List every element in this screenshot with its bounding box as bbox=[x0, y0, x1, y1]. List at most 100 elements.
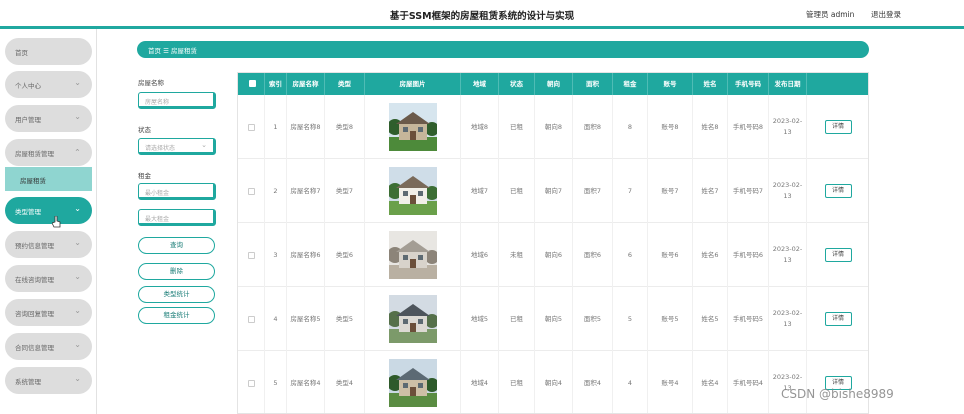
row-checkbox[interactable] bbox=[247, 123, 255, 131]
column-header-actions bbox=[807, 73, 868, 95]
sidebar-item-label: 咨询回复管理 bbox=[15, 310, 54, 318]
chevron-down-icon: ⌄ bbox=[201, 141, 207, 149]
detail-button[interactable]: 详情 bbox=[824, 248, 852, 262]
detail-button[interactable]: 详情 bbox=[824, 184, 852, 198]
house-image-cell bbox=[365, 223, 461, 287]
table-row: 5 房屋名称4 类型4 地域4 已租 朝向4 面积4 4 账号4 姓名4 手机号码4 2023-02-… bbox=[238, 351, 868, 413]
sidebar-item-label: 预约信息管理 bbox=[15, 242, 54, 250]
house-name-input[interactable]: 房屋名称 bbox=[138, 92, 216, 109]
sidebar-item-label: 系统管理 bbox=[15, 378, 41, 386]
cell-index: 4 bbox=[265, 287, 287, 351]
chevron-down-icon: ⌄ bbox=[74, 204, 81, 213]
chevron-down-icon: ⌄ bbox=[74, 272, 81, 281]
search-button[interactable]: 查询 bbox=[138, 237, 215, 254]
cell-area: 面积6 bbox=[573, 223, 613, 287]
sidebar-item-replies[interactable]: 咨询回复管理 ⌄ bbox=[5, 299, 92, 326]
cell-name: 房屋名称5 bbox=[287, 287, 325, 351]
table-header: 索引 房屋名称 类型 房屋图片 地域 状态 朝向 面积 租金 账号 姓名 手机号… bbox=[238, 73, 868, 95]
cell-area: 面积4 bbox=[573, 351, 613, 413]
row-checkbox[interactable] bbox=[247, 315, 255, 323]
cell-name: 房屋名称8 bbox=[287, 95, 325, 159]
cell-rent: 8 bbox=[613, 95, 648, 159]
chevron-down-icon: ⌄ bbox=[74, 238, 81, 247]
sidebar-item-appointments[interactable]: 预约信息管理 ⌄ bbox=[5, 231, 92, 258]
cell-region: 地域7 bbox=[461, 159, 499, 223]
cell-area: 面积7 bbox=[573, 159, 613, 223]
sidebar-item-types[interactable]: 类型管理 ⌄ bbox=[5, 197, 92, 224]
column-header: 账号 bbox=[648, 73, 693, 95]
cell-account: 账号8 bbox=[648, 95, 693, 159]
sidebar-item-home[interactable]: 首页 bbox=[5, 38, 92, 65]
row-checkbox[interactable] bbox=[247, 379, 255, 387]
sidebar-item-system[interactable]: 系统管理 ⌄ bbox=[5, 367, 92, 394]
admin-label: 管理员 admin bbox=[806, 10, 855, 19]
house-photo bbox=[388, 231, 437, 279]
cell-person: 姓名5 bbox=[693, 287, 728, 351]
action-cell: 详情 bbox=[807, 95, 868, 159]
chevron-down-icon: ⌄ bbox=[74, 340, 81, 349]
mouse-pointer-icon bbox=[51, 215, 61, 231]
cell-name: 房屋名称6 bbox=[287, 223, 325, 287]
status-select[interactable]: 请选择状态 ⌄ bbox=[138, 138, 216, 155]
detail-button[interactable]: 详情 bbox=[824, 120, 852, 134]
header-select-all[interactable] bbox=[238, 73, 265, 95]
column-header: 地域 bbox=[461, 73, 499, 95]
house-image-cell bbox=[365, 159, 461, 223]
cell-status: 已租 bbox=[499, 351, 535, 413]
cell-status: 已租 bbox=[499, 287, 535, 351]
min-rent-input[interactable]: 最小租金 bbox=[138, 183, 216, 200]
cell-region: 地域6 bbox=[461, 223, 499, 287]
cell-orient: 朝向4 bbox=[535, 351, 573, 413]
breadcrumb: 首页 ☰ 房屋租赁 bbox=[137, 41, 869, 58]
cell-orient: 朝向6 bbox=[535, 223, 573, 287]
rent-stats-button[interactable]: 租金统计 bbox=[138, 307, 215, 324]
row-select-cell bbox=[238, 223, 265, 287]
input-placeholder: 最大租金 bbox=[145, 216, 170, 223]
cell-region: 地域4 bbox=[461, 351, 499, 413]
column-header: 朝向 bbox=[535, 73, 573, 95]
sidebar-item-rental[interactable]: 房屋租赁管理 ⌄ bbox=[5, 139, 92, 166]
breadcrumb-text[interactable]: 首页 ☰ 房屋租赁 bbox=[148, 45, 197, 55]
cell-index: 5 bbox=[265, 351, 287, 413]
row-select-cell bbox=[238, 159, 265, 223]
cell-phone: 手机号码7 bbox=[728, 159, 769, 223]
chevron-down-icon: ⌄ bbox=[74, 112, 81, 121]
cell-orient: 朝向8 bbox=[535, 95, 573, 159]
cell-name: 房屋名称7 bbox=[287, 159, 325, 223]
type-stats-button[interactable]: 类型统计 bbox=[138, 286, 215, 303]
logout-link[interactable]: 退出登录 bbox=[871, 9, 901, 20]
cell-person: 姓名7 bbox=[693, 159, 728, 223]
max-rent-input[interactable]: 最大租金 bbox=[138, 209, 216, 226]
column-header: 面积 bbox=[573, 73, 613, 95]
cell-orient: 朝向5 bbox=[535, 287, 573, 351]
column-header: 租金 bbox=[613, 73, 648, 95]
row-checkbox[interactable] bbox=[247, 251, 255, 259]
select-all-checkbox[interactable] bbox=[249, 80, 256, 87]
action-cell: 详情 bbox=[807, 223, 868, 287]
watermark: CSDN @bishe8989 bbox=[781, 387, 894, 401]
cell-type: 类型8 bbox=[325, 95, 365, 159]
row-select-cell bbox=[238, 287, 265, 351]
chevron-down-icon: ⌄ bbox=[74, 374, 81, 383]
row-checkbox[interactable] bbox=[247, 187, 255, 195]
sidebar-item-profile[interactable]: 个人中心 ⌄ bbox=[5, 71, 92, 98]
sidebar-item-label: 首页 bbox=[15, 49, 28, 57]
cell-area: 面积8 bbox=[573, 95, 613, 159]
cell-rent: 6 bbox=[613, 223, 648, 287]
action-cell: 详情 bbox=[807, 287, 868, 351]
table-row: 2 房屋名称7 类型7 地域7 已租 朝向7 面积7 7 账号7 姓名7 手机号码7 2023-02-… bbox=[238, 159, 868, 223]
detail-button[interactable]: 详情 bbox=[824, 312, 852, 326]
delete-button[interactable]: 删除 bbox=[138, 263, 215, 280]
filter-label-rent: 租金 bbox=[138, 172, 151, 180]
sidebar-item-users[interactable]: 用户管理 ⌄ bbox=[5, 105, 92, 132]
cell-type: 类型4 bbox=[325, 351, 365, 413]
cell-phone: 手机号码5 bbox=[728, 287, 769, 351]
cell-phone: 手机号码8 bbox=[728, 95, 769, 159]
sidebar-item-contracts[interactable]: 合同信息管理 ⌄ bbox=[5, 333, 92, 360]
sidebar-subitem-rental[interactable]: 房屋租赁 bbox=[5, 167, 92, 191]
action-cell: 详情 bbox=[807, 351, 868, 413]
top-header: 基于SSM框架的房屋租赁系统的设计与实现 管理员 admin 退出登录 bbox=[0, 0, 964, 29]
column-header: 姓名 bbox=[693, 73, 728, 95]
sidebar-item-consult[interactable]: 在线咨询管理 ⌄ bbox=[5, 265, 92, 292]
cell-type: 类型7 bbox=[325, 159, 365, 223]
